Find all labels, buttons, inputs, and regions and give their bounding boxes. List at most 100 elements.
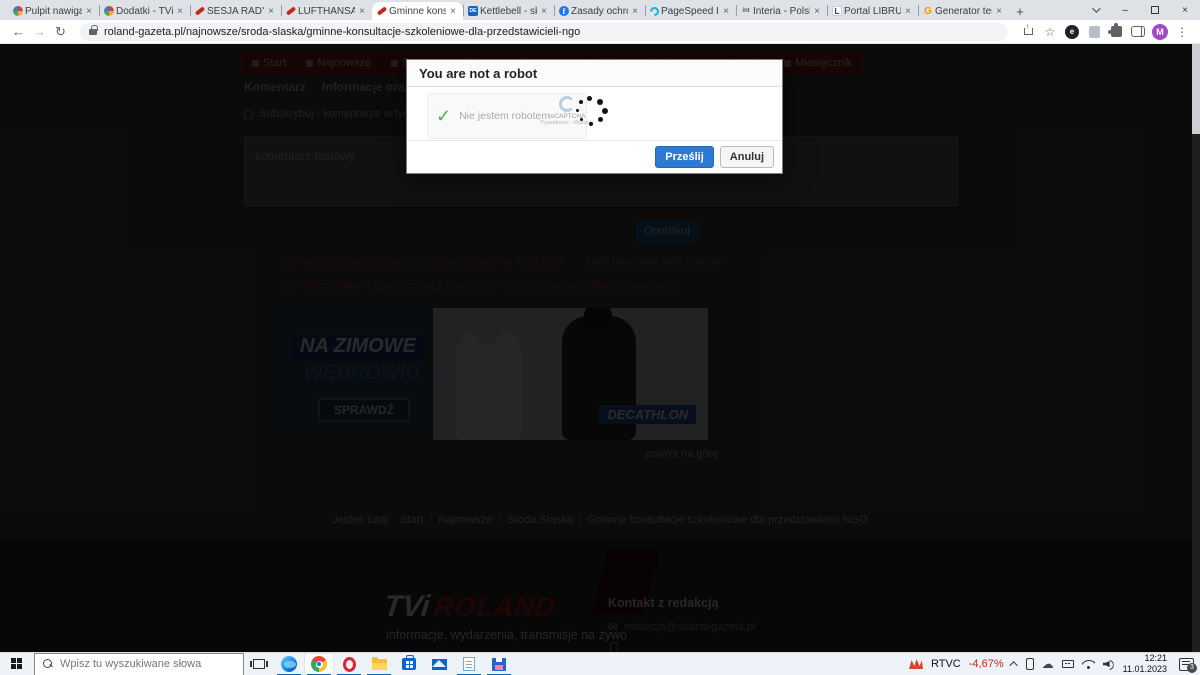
- extension-gray-icon[interactable]: [1084, 22, 1104, 42]
- profile-avatar[interactable]: M: [1150, 22, 1170, 42]
- tray-expand-icon[interactable]: [1009, 661, 1017, 669]
- tab-gminne-active[interactable]: Gminne konsult×: [372, 2, 463, 20]
- tab-kettlebell[interactable]: DEKettlebell - skle×: [463, 2, 554, 20]
- lock-icon: [89, 29, 97, 35]
- tab-pulpit[interactable]: Pulpit nawigacy×: [8, 2, 99, 20]
- taskbar-opera[interactable]: [334, 653, 364, 675]
- dialog-footer: Prześlij Anuluj: [407, 140, 782, 173]
- extensions-puzzle-icon[interactable]: [1106, 22, 1126, 42]
- side-panel-icon[interactable]: [1128, 22, 1148, 42]
- new-tab-button[interactable]: +: [1009, 2, 1031, 20]
- tab-lufthansa[interactable]: LUFTHANSA I G×: [281, 2, 372, 20]
- maximize-button[interactable]: [1140, 0, 1170, 20]
- taskbar-edge[interactable]: [274, 653, 304, 675]
- browser-toolbar: ← → ↻ roland-gazeta.pl/najnowsze/sroda-s…: [0, 20, 1200, 44]
- tab-label: Generator testó: [935, 6, 992, 17]
- minimize-button[interactable]: –: [1110, 0, 1140, 20]
- tab-label: LUFTHANSA I G: [298, 6, 355, 17]
- share-icon[interactable]: ↑: [1018, 22, 1038, 42]
- action-center-icon[interactable]: 3: [1179, 658, 1194, 671]
- tab-label: Interia - Polska: [753, 6, 810, 17]
- tab-close-icon[interactable]: ×: [630, 6, 640, 17]
- red-pen-icon: [377, 6, 387, 16]
- tab-sesja[interactable]: SESJA RADY GM×: [190, 2, 281, 20]
- address-bar[interactable]: roland-gazeta.pl/najnowsze/sroda-slaska/…: [79, 23, 1008, 41]
- keyboard-icon[interactable]: [1062, 660, 1074, 668]
- windows-logo-icon: [11, 658, 23, 670]
- scrollbar-track[interactable]: [1192, 44, 1200, 652]
- taskbar-search[interactable]: [34, 653, 244, 675]
- volume-icon[interactable]: [1103, 659, 1115, 669]
- windows-taskbar: RTVC -4,67% ☁ 12:21 11.01.2023 3: [0, 652, 1200, 675]
- page-viewport: Start Najnowsze Sport Wideo Prawo Ludzie…: [0, 44, 1200, 652]
- tab-pagespeed[interactable]: PageSpeed Insi×: [645, 2, 736, 20]
- facebook-icon: f: [559, 6, 569, 16]
- tab-close-icon[interactable]: ×: [994, 6, 1004, 17]
- taskbar-mail[interactable]: [424, 653, 454, 675]
- tab-close-icon[interactable]: ×: [266, 6, 276, 17]
- store-icon: [402, 658, 416, 670]
- tab-label: Zasady ochrony: [571, 6, 628, 17]
- taskbar-explorer[interactable]: [364, 653, 394, 675]
- chrome-icon: [311, 656, 327, 672]
- tab-interia[interactable]: intInteria - Polska×: [736, 2, 827, 20]
- taskbar-store[interactable]: [394, 653, 424, 675]
- wifi-icon[interactable]: [1082, 659, 1095, 669]
- tab-close-icon[interactable]: ×: [721, 6, 731, 17]
- taskbar-notes[interactable]: [454, 653, 484, 675]
- mail-icon: [432, 659, 447, 670]
- extension-e-icon[interactable]: e: [1062, 22, 1082, 42]
- phone-link-icon[interactable]: [1026, 658, 1034, 670]
- tab-label: PageSpeed Insi: [661, 6, 719, 17]
- edge-icon: [281, 656, 297, 672]
- tab-close-icon[interactable]: ×: [357, 6, 367, 17]
- back-button[interactable]: ←: [8, 24, 29, 39]
- taskbar-chrome[interactable]: [304, 653, 334, 675]
- tab-label: Kettlebell - skle: [480, 6, 537, 17]
- task-view-icon: [253, 659, 265, 669]
- screen: Pulpit nawigacy× Dodatki - TVi R× SESJA …: [0, 0, 1200, 675]
- recaptcha-logo-icon: [559, 96, 575, 112]
- start-button[interactable]: [0, 653, 34, 675]
- browser-menu-icon[interactable]: ⋮: [1172, 22, 1192, 42]
- tab-label: Pulpit nawigacy: [25, 6, 82, 17]
- tab-close-icon[interactable]: ×: [539, 6, 549, 17]
- pagespeed-icon: [648, 5, 661, 18]
- tab-search-chevron-icon[interactable]: [1080, 0, 1110, 20]
- tab-librus[interactable]: LPortal LIBRUS×: [827, 2, 918, 20]
- task-view-button[interactable]: [244, 653, 274, 675]
- floppy-disk-icon: [492, 658, 506, 671]
- robot-check-dialog: You are not a robot ✓ Nie jestem robotem…: [407, 60, 782, 173]
- tab-label: Portal LIBRUS: [844, 6, 901, 17]
- forward-button[interactable]: →: [29, 24, 50, 39]
- window-close-button[interactable]: ×: [1170, 0, 1200, 20]
- notification-badge: 3: [1187, 663, 1197, 673]
- loading-spinner: [575, 96, 607, 128]
- submit-button[interactable]: Prześlij: [655, 146, 714, 168]
- window-controls: – ×: [1080, 0, 1200, 20]
- search-icon: [43, 659, 53, 669]
- tab-zasady[interactable]: fZasady ochrony×: [554, 2, 645, 20]
- tab-generator[interactable]: GGenerator testó×: [918, 2, 1009, 20]
- scrollbar-thumb[interactable]: [1192, 44, 1200, 134]
- tab-close-icon[interactable]: ×: [175, 6, 185, 17]
- tab-close-icon[interactable]: ×: [903, 6, 913, 17]
- ticker-symbol: RTVC: [931, 658, 961, 670]
- tab-close-icon[interactable]: ×: [448, 6, 458, 17]
- tab-close-icon[interactable]: ×: [84, 6, 94, 17]
- tab-close-icon[interactable]: ×: [812, 6, 822, 17]
- de-icon: DE: [468, 6, 478, 16]
- tab-label: Gminne konsult: [389, 6, 446, 17]
- cancel-button[interactable]: Anuluj: [720, 146, 774, 168]
- taskbar-save-app[interactable]: [484, 653, 514, 675]
- tab-dodatki[interactable]: Dodatki - TVi R×: [99, 2, 190, 20]
- reload-button[interactable]: ↻: [50, 24, 71, 40]
- dialog-title: You are not a robot: [407, 60, 782, 87]
- bookmark-star-icon[interactable]: ☆: [1040, 22, 1060, 42]
- onedrive-cloud-icon[interactable]: ☁: [1042, 658, 1054, 670]
- opera-icon: [343, 657, 356, 672]
- tray-date: 11.01.2023: [1123, 664, 1167, 674]
- clock[interactable]: 12:21 11.01.2023: [1123, 653, 1167, 675]
- search-input[interactable]: [60, 658, 235, 670]
- red-pen-icon: [286, 6, 296, 16]
